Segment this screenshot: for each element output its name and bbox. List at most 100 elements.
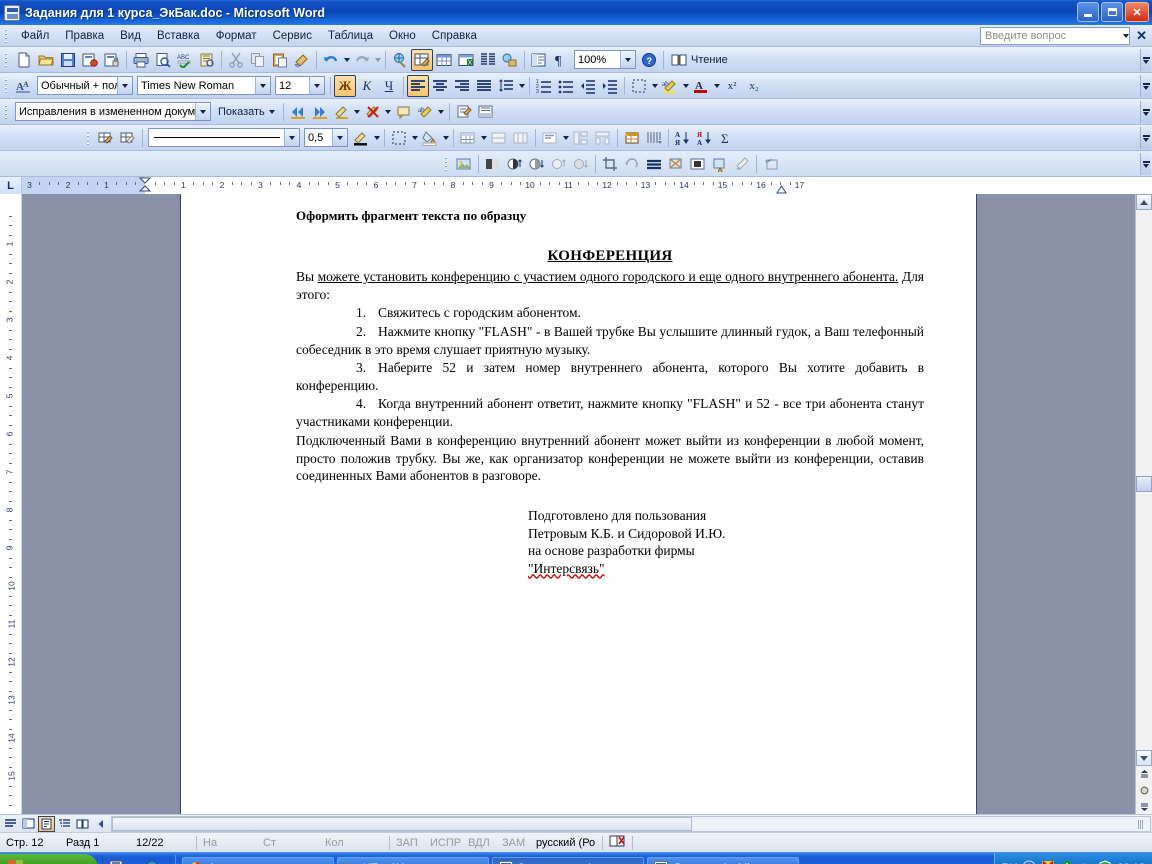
superscript-icon[interactable]: x² <box>721 75 743 97</box>
standard-toolbar-grip[interactable] <box>2 51 10 69</box>
hyperlink-icon[interactable] <box>389 49 411 71</box>
menu-file[interactable]: Файл <box>13 28 57 44</box>
menu-tools[interactable]: Сервис <box>265 28 320 44</box>
undo-dropdown-icon[interactable] <box>342 49 351 71</box>
media-player-icon[interactable] <box>145 860 159 864</box>
right-indent-marker[interactable] <box>776 185 788 194</box>
align-left-icon[interactable] <box>407 74 429 97</box>
scroll-up-button[interactable] <box>1136 194 1152 210</box>
align-right-icon[interactable] <box>451 75 473 97</box>
display-for-review-combo[interactable]: Исправления в измененном документе <box>15 102 211 121</box>
close-button[interactable]: ✕ <box>1125 2 1149 22</box>
merge-cells-icon[interactable] <box>488 127 510 149</box>
menu-insert[interactable]: Вставка <box>149 28 208 44</box>
shading-dropdown-icon[interactable] <box>441 127 450 149</box>
chevron-down-icon[interactable] <box>620 51 635 68</box>
show-desktop-icon[interactable] <box>109 860 123 864</box>
line-style-combo[interactable] <box>148 128 300 147</box>
menu-help[interactable]: Справка <box>424 28 485 44</box>
more-contrast-icon[interactable] <box>504 153 526 175</box>
split-cells-icon[interactable] <box>510 127 532 149</box>
select-browse-object-button[interactable] <box>1136 782 1152 798</box>
align-center-icon[interactable] <box>429 75 451 97</box>
update-icon[interactable] <box>1079 860 1093 864</box>
italic-icon[interactable]: К <box>356 75 378 97</box>
justify-icon[interactable] <box>473 75 495 97</box>
start-button[interactable]: пуск <box>0 853 98 864</box>
menu-edit[interactable]: Правка <box>57 28 112 44</box>
align-cell-dropdown-icon[interactable] <box>561 127 570 149</box>
eraser-icon[interactable] <box>117 127 139 149</box>
taskbar-item-chrome[interactable]: Архив государствен… <box>182 856 335 864</box>
more-brightness-icon[interactable] <box>548 153 570 175</box>
border-color-dropdown-icon[interactable] <box>372 127 381 149</box>
horizontal-ruler[interactable]: 3 2 1 1 2 3 4 5 6 7 8 9 10 11 12 13 14 15 16 17 <box>22 177 1152 194</box>
insert-table-icon[interactable] <box>457 127 479 149</box>
reviewing-pane-icon[interactable] <box>475 101 497 123</box>
first-line-indent-marker[interactable] <box>138 177 152 194</box>
previous-page-button[interactable] <box>1136 766 1152 782</box>
reject-dropdown-icon[interactable] <box>384 101 393 123</box>
highlight-color-icon[interactable]: ab <box>659 75 681 97</box>
accept-change-icon[interactable] <box>331 101 353 123</box>
minimize-button[interactable] <box>1077 2 1099 22</box>
status-language[interactable]: русский (Ро <box>530 837 602 849</box>
tables-and-borders-icon[interactable] <box>411 48 433 71</box>
chevron-down-icon[interactable] <box>117 77 132 94</box>
insert-table-dropdown-icon[interactable] <box>479 127 488 149</box>
redo-dropdown-icon[interactable] <box>373 49 382 71</box>
view-normal[interactable] <box>2 816 19 832</box>
chevron-down-icon[interactable] <box>1123 34 1129 38</box>
paste-icon[interactable] <box>269 49 291 71</box>
print-permission-icon[interactable] <box>101 49 123 71</box>
status-ovr[interactable]: ЗАМ <box>496 837 530 849</box>
line-spacing-icon[interactable] <box>495 75 517 97</box>
borders-icon[interactable] <box>388 127 410 149</box>
line-style-icon[interactable] <box>643 153 665 175</box>
undo-icon[interactable] <box>320 49 342 71</box>
borders-dropdown-icon[interactable] <box>410 127 419 149</box>
document-text[interactable]: Оформить фрагмент текста по образцу КОНФ… <box>296 208 924 577</box>
next-page-button[interactable] <box>1136 798 1152 814</box>
less-contrast-icon[interactable] <box>526 153 548 175</box>
toolbar-options-icon[interactable] <box>1140 49 1151 71</box>
menu-window[interactable]: Окно <box>381 28 424 44</box>
compress-pictures-icon[interactable] <box>665 153 687 175</box>
toolbar-options-icon[interactable] <box>1140 127 1151 149</box>
autosum-icon[interactable]: Σ <box>716 127 738 149</box>
bulleted-list-icon[interactable] <box>555 75 577 97</box>
toolbar-options-icon[interactable] <box>1140 75 1151 97</box>
distribute-columns-icon[interactable] <box>592 127 614 149</box>
highlight-dropdown-icon[interactable] <box>681 75 690 97</box>
change-text-direction-icon[interactable] <box>643 127 665 149</box>
menu-view[interactable]: Вид <box>112 28 149 44</box>
taskbar-item-folder[interactable]: ИТ в АУ <box>337 856 490 864</box>
ask-a-question-box[interactable]: Введите вопрос <box>980 27 1130 45</box>
scroll-left-button[interactable] <box>92 816 109 832</box>
text-wrapping-icon[interactable] <box>687 153 709 175</box>
subscript-icon[interactable]: x₂ <box>743 75 765 97</box>
help-icon[interactable]: ? <box>638 49 660 71</box>
vertical-ruler[interactable]: 1 2 3 4 5 6 7 8 9 10 11 12 13 14 15 <box>0 194 22 814</box>
table-autoformat-icon[interactable] <box>621 127 643 149</box>
underline-icon[interactable]: Ч <box>378 75 400 97</box>
crop-icon[interactable] <box>599 153 621 175</box>
reject-change-icon[interactable] <box>362 101 384 123</box>
horizontal-scrollbar-thumb[interactable] <box>112 816 692 831</box>
document-map-icon[interactable] <box>528 49 550 71</box>
insert-excel-sheet-icon[interactable]: X <box>455 49 477 71</box>
status-rec[interactable]: ЗАП <box>390 837 424 849</box>
document-area[interactable]: Оформить фрагмент текста по образцу КОНФ… <box>22 194 1135 814</box>
reading-layout-label[interactable]: Чтение <box>691 54 734 66</box>
font-color-dropdown-icon[interactable] <box>712 75 721 97</box>
view-outline[interactable] <box>56 816 73 832</box>
chevron-down-icon[interactable] <box>255 77 270 94</box>
style-combo[interactable]: Обычный + пол <box>37 76 133 95</box>
draw-table-icon[interactable] <box>95 127 117 149</box>
insert-table-icon[interactable] <box>433 49 455 71</box>
tab-stop-selector[interactable]: L <box>0 177 22 194</box>
tables-toolbar-grip[interactable] <box>84 129 92 147</box>
menu-table[interactable]: Таблица <box>320 28 381 44</box>
research-icon[interactable] <box>196 49 218 71</box>
font-size-combo[interactable]: 12 <box>275 76 325 95</box>
